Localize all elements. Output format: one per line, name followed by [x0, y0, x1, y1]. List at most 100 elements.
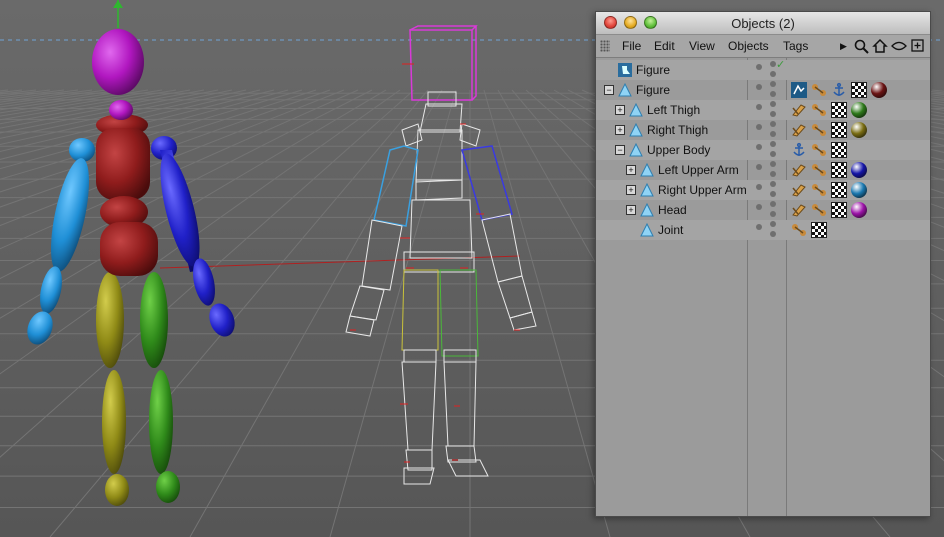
object-label[interactable]: Figure: [636, 63, 670, 77]
menu-file[interactable]: File: [622, 39, 641, 53]
visibility-render-dot[interactable]: [770, 101, 776, 107]
menu-view[interactable]: View: [689, 39, 715, 53]
visibility-render-dot[interactable]: [770, 231, 776, 237]
eye-icon[interactable]: [891, 41, 907, 51]
visibility-editor-dot[interactable]: [756, 164, 762, 170]
menu-tags[interactable]: Tags: [783, 39, 808, 53]
material-ball-icon[interactable]: [851, 182, 867, 198]
anchor-tag-icon[interactable]: [831, 82, 847, 98]
joint-icon: [640, 223, 654, 237]
menu-edit[interactable]: Edit: [654, 39, 675, 53]
texture-tag-icon[interactable]: [851, 82, 867, 98]
object-row[interactable]: + Left Upper Arm: [596, 160, 930, 180]
ik-tag-icon[interactable]: [811, 102, 827, 118]
visibility-editor-dot[interactable]: [756, 204, 762, 210]
texture-tag-icon[interactable]: [831, 182, 847, 198]
new-window-icon[interactable]: [911, 39, 925, 53]
arrow-right-icon[interactable]: ▶: [840, 41, 847, 52]
texture-tag-icon[interactable]: [831, 142, 847, 158]
bone-tag-icon[interactable]: [791, 102, 807, 118]
object-label[interactable]: Left Upper Arm: [658, 163, 739, 177]
texture-tag-icon[interactable]: [831, 162, 847, 178]
visibility-editor-dot[interactable]: [756, 104, 762, 110]
visibility-render-dot[interactable]: [770, 191, 776, 197]
object-tree[interactable]: Figure ✓ − Figure + Left Thigh + Right Thigh − Up…: [596, 58, 930, 516]
visibility-render-dot[interactable]: [770, 121, 776, 127]
visibility-render-dot[interactable]: [770, 201, 776, 207]
display-tag-icon[interactable]: [791, 82, 807, 98]
expand-icon[interactable]: +: [626, 185, 636, 195]
object-label[interactable]: Head: [658, 203, 687, 217]
expand-icon[interactable]: +: [626, 165, 636, 175]
ik-tag-icon[interactable]: [811, 162, 827, 178]
material-ball-icon[interactable]: [851, 102, 867, 118]
object-row[interactable]: Joint: [596, 220, 930, 240]
object-label[interactable]: Right Thigh: [647, 123, 708, 137]
material-ball-icon[interactable]: [851, 122, 867, 138]
panel-titlebar[interactable]: Objects (2): [596, 12, 930, 35]
object-label[interactable]: Upper Body: [647, 143, 710, 157]
search-icon[interactable]: [854, 39, 870, 54]
bone-tag-icon[interactable]: [791, 182, 807, 198]
object-row[interactable]: − Upper Body: [596, 140, 930, 160]
object-row[interactable]: − Figure: [596, 80, 930, 100]
visibility-render-dot[interactable]: [770, 151, 776, 157]
texture-tag-icon[interactable]: [811, 222, 827, 238]
joint-icon: [640, 183, 654, 197]
home-icon[interactable]: [872, 38, 888, 54]
ik-tag-icon[interactable]: [811, 142, 827, 158]
texture-tag-icon[interactable]: [831, 102, 847, 118]
visibility-render-dot[interactable]: [770, 211, 776, 217]
ik-tag-icon[interactable]: [791, 222, 807, 238]
object-label[interactable]: Joint: [658, 223, 683, 237]
ik-tag-icon[interactable]: [811, 82, 827, 98]
collapse-icon[interactable]: −: [604, 85, 614, 95]
object-row[interactable]: Figure ✓: [596, 58, 930, 80]
material-ball-icon[interactable]: [851, 202, 867, 218]
visibility-editor-dot[interactable]: [756, 124, 762, 130]
visibility-render-dot[interactable]: [770, 141, 776, 147]
visibility-render-dot[interactable]: [770, 221, 776, 227]
visibility-render-dot[interactable]: [770, 161, 776, 167]
ik-tag-icon[interactable]: [811, 202, 827, 218]
visibility-editor-dot[interactable]: [756, 144, 762, 150]
window-title: Objects (2): [731, 16, 795, 31]
visibility-render-dot[interactable]: [770, 131, 776, 137]
object-row[interactable]: + Right Thigh: [596, 120, 930, 140]
visibility-editor-dot[interactable]: [756, 184, 762, 190]
visibility-render-dot[interactable]: [770, 71, 776, 77]
material-ball-icon[interactable]: [871, 82, 887, 98]
objects-panel[interactable]: Objects (2) File Edit View Objects Tags …: [595, 11, 931, 517]
visibility-render-dot[interactable]: [770, 171, 776, 177]
expand-icon[interactable]: +: [615, 105, 625, 115]
bone-tag-icon[interactable]: [791, 202, 807, 218]
visibility-render-dot[interactable]: [770, 181, 776, 187]
object-row[interactable]: + Right Upper Arm: [596, 180, 930, 200]
object-label[interactable]: Right Upper Arm: [658, 183, 747, 197]
collapse-icon[interactable]: −: [615, 145, 625, 155]
object-row[interactable]: + Left Thigh: [596, 100, 930, 120]
joint-icon: [618, 83, 632, 97]
bone-tag-icon[interactable]: [791, 162, 807, 178]
object-row[interactable]: + Head: [596, 200, 930, 220]
grip-icon[interactable]: [600, 40, 610, 52]
texture-tag-icon[interactable]: [831, 202, 847, 218]
visibility-render-dot[interactable]: [770, 81, 776, 87]
texture-tag-icon[interactable]: [831, 122, 847, 138]
ik-tag-icon[interactable]: [811, 122, 827, 138]
check-tag-icon[interactable]: ✓: [776, 58, 785, 71]
bone-tag-icon[interactable]: [791, 122, 807, 138]
material-ball-icon[interactable]: [851, 162, 867, 178]
visibility-editor-dot[interactable]: [756, 84, 762, 90]
anchor-tag-icon[interactable]: [791, 142, 807, 158]
visibility-render-dot[interactable]: [770, 111, 776, 117]
object-label[interactable]: Left Thigh: [647, 103, 700, 117]
menu-objects[interactable]: Objects: [728, 39, 769, 53]
ik-tag-icon[interactable]: [811, 182, 827, 198]
expand-icon[interactable]: +: [615, 125, 625, 135]
object-label[interactable]: Figure: [636, 83, 670, 97]
visibility-render-dot[interactable]: [770, 91, 776, 97]
visibility-editor-dot[interactable]: [756, 64, 762, 70]
visibility-editor-dot[interactable]: [756, 224, 762, 230]
expand-icon[interactable]: +: [626, 205, 636, 215]
